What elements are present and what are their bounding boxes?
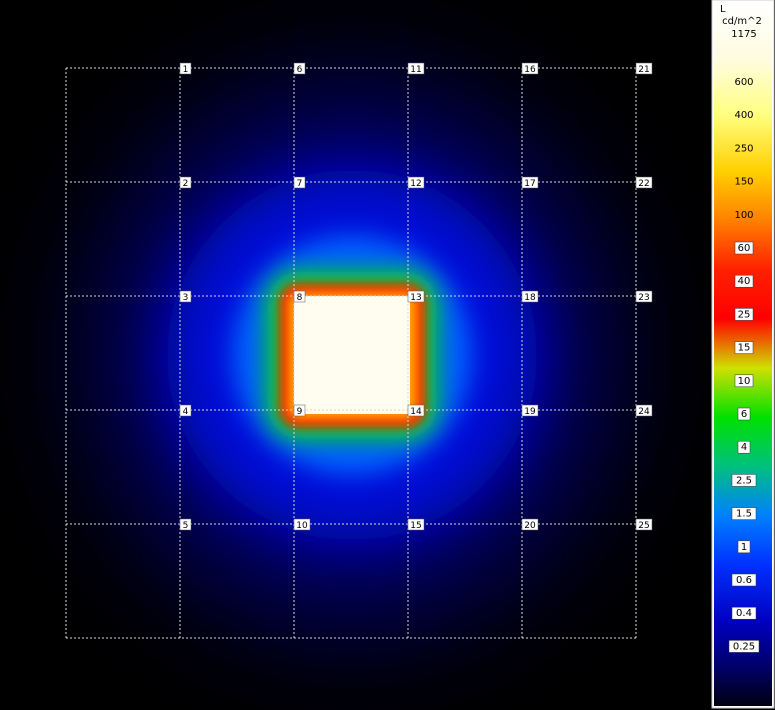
legend-tick-label: 400	[734, 110, 753, 121]
legend-tick-label: 15	[738, 343, 751, 354]
grid-point-label: 9	[297, 407, 303, 417]
legend-tick-label: 60	[738, 243, 751, 254]
legend-tick-label: 10	[738, 376, 751, 387]
grid-point-label: 5	[183, 521, 189, 531]
legend-tick-label: 1	[741, 542, 747, 553]
grid-point-label: 20	[524, 521, 536, 531]
luminance-heatmap: 1 6 11 16 212 7 12 17 223 8 13 18 234 9 14 19 245 10 15 20 2…	[65, 0, 775, 709]
legend-tick-label: 250	[734, 143, 753, 154]
grid-point-label: 22	[638, 179, 649, 189]
grid-point-label: 2	[183, 179, 189, 189]
legend-tick-label: 600	[734, 77, 753, 88]
grid-point-label: 8	[297, 293, 303, 303]
grid-point-label: 13	[410, 293, 421, 303]
grid-point-label: 6	[297, 65, 303, 75]
grid-point-label: 4	[183, 407, 189, 417]
grid-point-label: 23	[638, 293, 649, 303]
legend-unit-symbol: L	[720, 4, 726, 15]
grid-point-label: 15	[410, 521, 421, 531]
grid-point-label: 3	[183, 293, 189, 303]
grid-point-label: 25	[638, 521, 649, 531]
grid-point-label: 12	[410, 179, 421, 189]
legend-tick-label: 2.5	[736, 475, 752, 486]
legend-colorbar	[714, 2, 772, 706]
grid-point-label: 7	[297, 179, 303, 189]
grid-point-label: 16	[524, 65, 536, 75]
legend: L cd/m^2 1175 600 400 250 150 100 60 40 25 15 10 6…	[711, 0, 775, 709]
grid-point-label: 11	[410, 65, 421, 75]
legend-tick-label: 25	[738, 309, 751, 320]
grid-point-label: 10	[296, 521, 308, 531]
legend-unit: cd/m^2	[722, 16, 762, 27]
luminance-field	[97, 85, 607, 625]
grid-point-label: 17	[524, 179, 535, 189]
luminous-panel	[294, 296, 410, 414]
grid-point-label: 1	[183, 65, 189, 75]
legend-tick-label: 0.4	[736, 608, 752, 619]
legend-tick-label: 6	[741, 409, 747, 420]
grid-point-label: 18	[524, 293, 536, 303]
legend-max-value: 1175	[731, 29, 756, 40]
legend-tick-label: 150	[734, 177, 753, 188]
legend-tick-label: 0.25	[733, 641, 755, 652]
legend-tick-label: 40	[738, 276, 751, 287]
legend-tick-label: 4	[741, 442, 747, 453]
legend-tick-label: 0.6	[736, 575, 752, 586]
grid-point-label: 19	[524, 407, 536, 417]
grid-point-label: 14	[410, 407, 422, 417]
legend-tick-label: 100	[734, 210, 753, 221]
grid-point-label: 24	[638, 407, 650, 417]
grid-point-label: 21	[638, 65, 649, 75]
legend-tick-label: 1.5	[736, 509, 752, 520]
